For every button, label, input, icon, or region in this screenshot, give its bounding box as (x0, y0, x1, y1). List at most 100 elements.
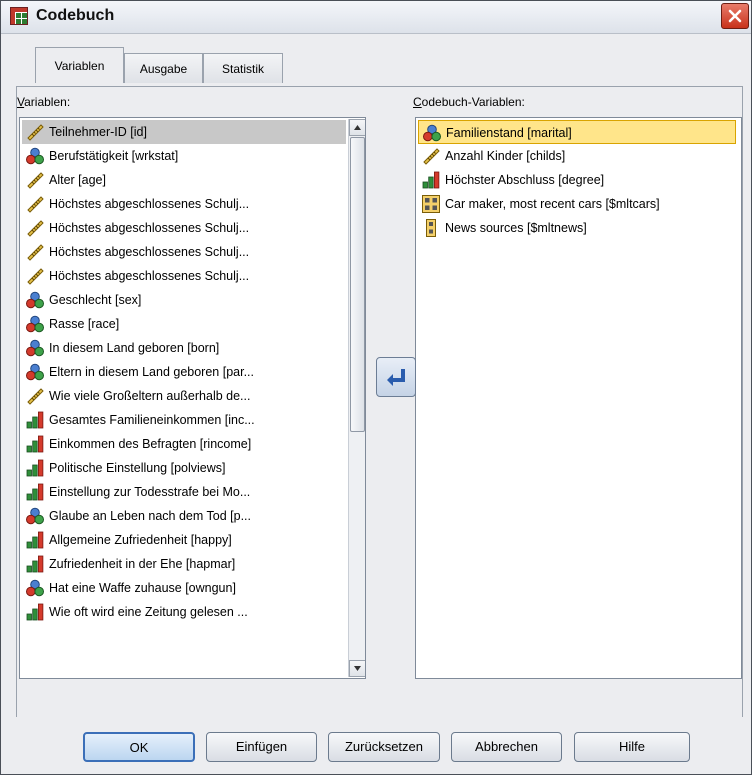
list-item-label: Car maker, most recent cars [$mltcars] (445, 197, 660, 211)
list-item[interactable]: Teilnehmer-ID [id] (22, 120, 346, 144)
source-variable-list[interactable]: Teilnehmer-ID [id] Berufstätigkeit [wrkst… (19, 117, 366, 679)
scroll-thumb[interactable] (350, 137, 365, 432)
codebook-variable-list[interactable]: Familienstand [marital] Anzahl Kinder [ch… (415, 117, 742, 679)
list-item-label: Wie viele Großeltern außerhalb de... (49, 389, 251, 403)
list-item-label: Gesamtes Familieneinkommen [inc... (49, 413, 255, 427)
list-item[interactable]: Anzahl Kinder [childs] (418, 144, 736, 168)
list-item[interactable]: Zufriedenheit in der Ehe [hapmar] (22, 552, 346, 576)
scroll-down-button[interactable] (349, 660, 365, 677)
list-item[interactable]: Car maker, most recent cars [$mltcars] (418, 192, 736, 216)
tab-statistik[interactable]: Statistik (203, 53, 283, 83)
scale-icon (26, 387, 44, 405)
ok-button[interactable]: OK (83, 732, 195, 762)
list-item-label: Geschlecht [sex] (49, 293, 142, 307)
ordinal-icon (26, 603, 44, 621)
up-arrow-icon (354, 125, 361, 130)
close-button[interactable] (721, 3, 749, 29)
multiple-dichotomy-set-icon (422, 219, 440, 237)
scale-icon (26, 195, 44, 213)
list-item[interactable]: Glaube an Leben nach dem Tod [p... (22, 504, 346, 528)
help-button[interactable]: Hilfe (574, 732, 690, 762)
down-arrow-icon (354, 666, 361, 671)
source-list-label: Variablen: (17, 95, 71, 109)
list-item[interactable]: Rasse [race] (22, 312, 346, 336)
arrow-left-icon (387, 369, 405, 386)
nominal-icon (423, 124, 441, 142)
list-item-label: Familienstand [marital] (446, 126, 572, 140)
ordinal-icon (26, 531, 44, 549)
scale-icon (26, 171, 44, 189)
close-icon (728, 9, 742, 23)
list-item-label: Eltern in diesem Land geboren [par... (49, 365, 254, 379)
ordinal-icon (26, 555, 44, 573)
list-item-label: Allgemeine Zufriedenheit [happy] (49, 533, 232, 547)
ordinal-icon (422, 171, 440, 189)
list-item[interactable]: Höchstes abgeschlossenes Schulj... (22, 264, 346, 288)
nominal-icon (26, 315, 44, 333)
ordinal-icon (26, 411, 44, 429)
list-item[interactable]: Hat eine Waffe zuhause [owngun] (22, 576, 346, 600)
scale-icon (422, 147, 440, 165)
scale-icon (26, 243, 44, 261)
list-item-label: Höchster Abschluss [degree] (445, 173, 605, 187)
list-item-label: Höchstes abgeschlossenes Schulj... (49, 197, 250, 211)
list-item[interactable]: Höchster Abschluss [degree] (418, 168, 736, 192)
dialog-content: Variablen: Codebuch-Variablen: Teilnehme… (1, 34, 751, 774)
list-item[interactable]: News sources [$mltnews] (418, 216, 736, 240)
spss-table-icon (10, 7, 28, 25)
paste-button[interactable]: Einfügen (206, 732, 317, 762)
list-item[interactable]: Höchstes abgeschlossenes Schulj... (22, 216, 346, 240)
ordinal-icon (26, 435, 44, 453)
list-item[interactable]: Wie oft wird eine Zeitung gelesen ... (22, 600, 346, 624)
reset-button[interactable]: Zurücksetzen (328, 732, 440, 762)
scrollbar[interactable] (348, 119, 365, 677)
title-bar[interactable]: Codebuch (1, 1, 751, 34)
list-item-label: Glaube an Leben nach dem Tod [p... (49, 509, 252, 523)
tab-panel: Variablen: Codebuch-Variablen: Teilnehme… (16, 86, 743, 717)
tab-variablen[interactable]: Variablen (35, 47, 124, 83)
codebook-dialog: Codebuch Variablen: Codebuch-Variablen: … (0, 0, 752, 775)
list-item-label: Zufriedenheit in der Ehe [hapmar] (49, 557, 236, 571)
list-item-label: Teilnehmer-ID [id] (49, 125, 147, 139)
scale-icon (26, 267, 44, 285)
list-item[interactable]: Wie viele Großeltern außerhalb de... (22, 384, 346, 408)
list-item[interactable]: Familienstand [marital] (418, 120, 736, 144)
list-item-label: Wie oft wird eine Zeitung gelesen ... (49, 605, 248, 619)
multiple-response-set-icon (422, 195, 440, 213)
list-item[interactable]: Berufstätigkeit [wrkstat] (22, 144, 346, 168)
list-item[interactable]: Einkommen des Befragten [rincome] (22, 432, 346, 456)
nominal-icon (26, 291, 44, 309)
nominal-icon (26, 147, 44, 165)
nominal-icon (26, 507, 44, 525)
list-item[interactable]: Allgemeine Zufriedenheit [happy] (22, 528, 346, 552)
scroll-up-button[interactable] (349, 119, 365, 136)
cancel-button[interactable]: Abbrechen (451, 732, 562, 762)
ordinal-icon (26, 459, 44, 477)
move-variables-button[interactable] (376, 357, 416, 397)
list-item-label: Höchstes abgeschlossenes Schulj... (49, 269, 250, 283)
list-item[interactable]: Höchstes abgeschlossenes Schulj... (22, 240, 346, 264)
target-list-label: Codebuch-Variablen: (413, 95, 525, 109)
scale-icon (26, 123, 44, 141)
list-item-label: Anzahl Kinder [childs] (445, 149, 566, 163)
list-item[interactable]: Politische Einstellung [polviews] (22, 456, 346, 480)
list-item-label: Einkommen des Befragten [rincome] (49, 437, 252, 451)
list-item-label: Einstellung zur Todesstrafe bei Mo... (49, 485, 251, 499)
list-item[interactable]: Eltern in diesem Land geboren [par... (22, 360, 346, 384)
list-item-label: In diesem Land geboren [born] (49, 341, 220, 355)
scale-icon (26, 219, 44, 237)
list-item[interactable]: Höchstes abgeschlossenes Schulj... (22, 192, 346, 216)
list-item[interactable]: Gesamtes Familieneinkommen [inc... (22, 408, 346, 432)
list-item[interactable]: Einstellung zur Todesstrafe bei Mo... (22, 480, 346, 504)
list-item-label: Höchstes abgeschlossenes Schulj... (49, 221, 250, 235)
list-item-label: News sources [$mltnews] (445, 221, 587, 235)
list-item-label: Höchstes abgeschlossenes Schulj... (49, 245, 250, 259)
nominal-icon (26, 363, 44, 381)
list-item-label: Alter [age] (49, 173, 106, 187)
list-item[interactable]: Alter [age] (22, 168, 346, 192)
list-item-label: Politische Einstellung [polviews] (49, 461, 226, 475)
tab-ausgabe[interactable]: Ausgabe (124, 53, 203, 83)
list-item[interactable]: In diesem Land geboren [born] (22, 336, 346, 360)
list-item[interactable]: Geschlecht [sex] (22, 288, 346, 312)
list-item-label: Rasse [race] (49, 317, 120, 331)
